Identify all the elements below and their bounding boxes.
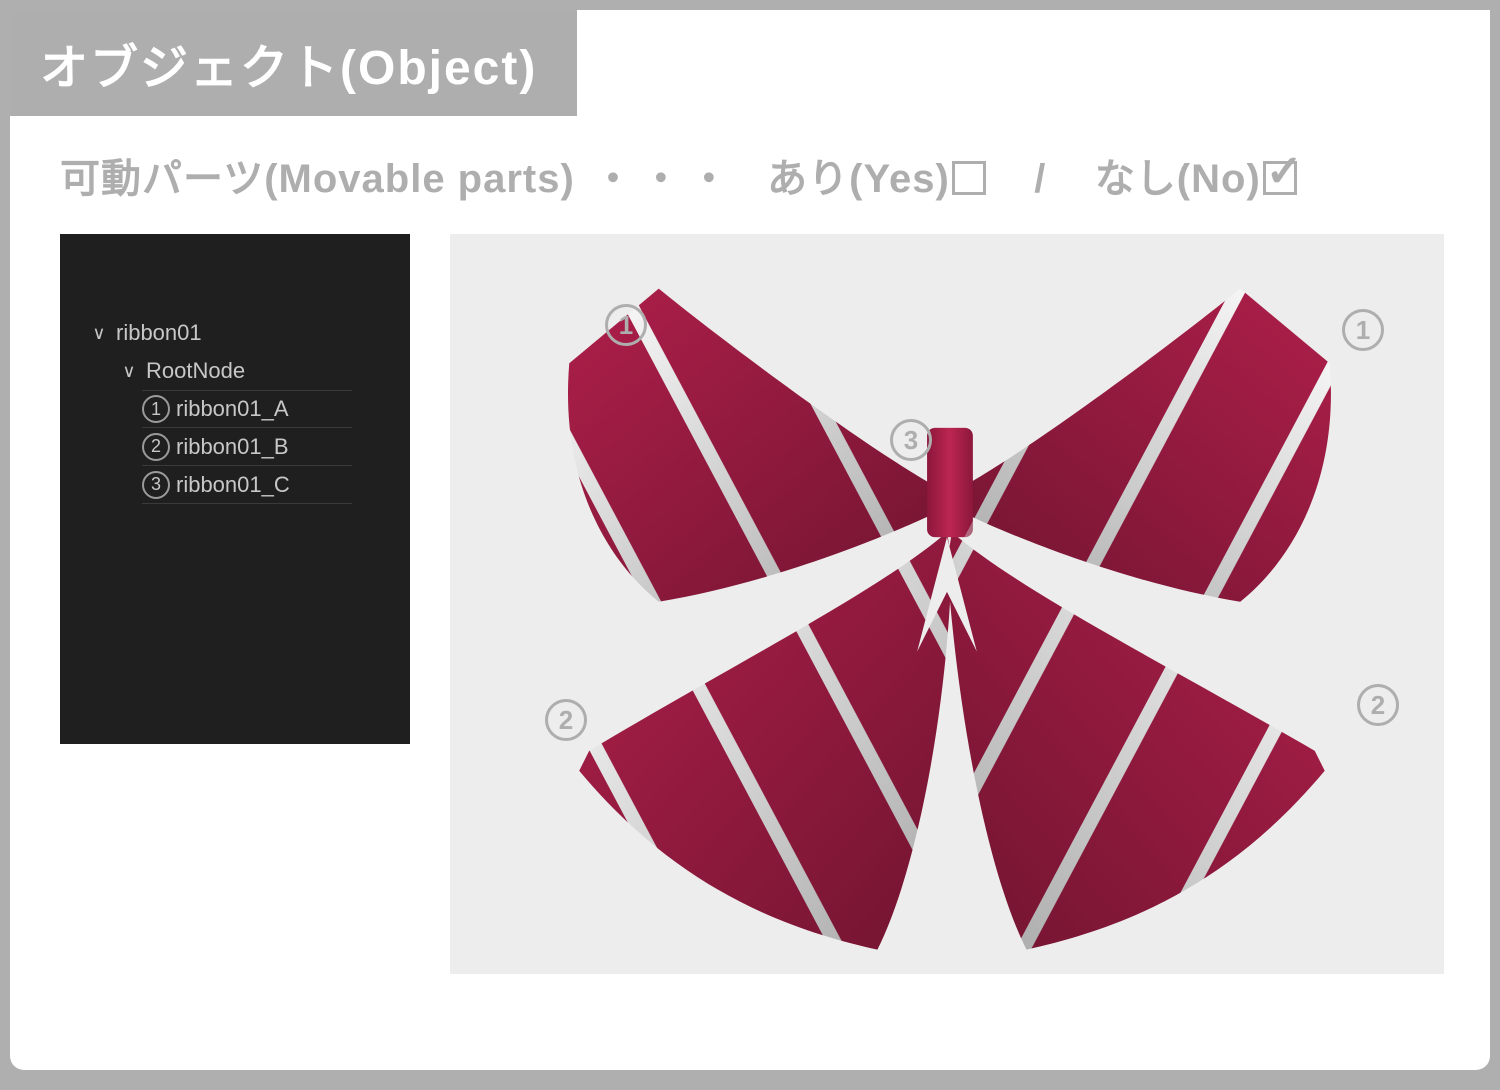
preview-panel: 1 1 3 2 2 [450,234,1444,974]
no-label: なし(No) [1095,157,1261,201]
tree-row-child[interactable]: 1 ribbon01_A [142,390,352,428]
marker-1: 1 [1342,309,1384,351]
tree-row-root[interactable]: ∨ ribbon01 [88,314,392,352]
ribbon-illustration [450,234,1444,970]
number-badge: 3 [142,471,170,499]
movable-parts-line: 可動パーツ(Movable parts) ・・・ あり(Yes) / なし(No… [10,116,1490,204]
marker-3: 3 [890,419,932,461]
tree-node-label: RootNode [146,358,245,384]
tree-child-label: ribbon01_C [176,472,290,498]
dots: ・・・ [593,157,737,201]
marker-text: 1 [1356,315,1370,346]
tree-row-child[interactable]: 2 ribbon01_B [142,428,352,466]
no-checkbox [1263,161,1297,195]
chevron-down-icon: ∨ [88,323,110,344]
tree-child-label: ribbon01_A [176,396,289,422]
marker-2: 2 [1357,684,1399,726]
marker-text: 1 [619,310,633,341]
separator: / [1034,157,1046,201]
tree-row-node[interactable]: ∨ RootNode [118,352,392,390]
hierarchy-panel: ∨ ribbon01 ∨ RootNode 1 ribbon01_A 2 rib… [60,234,410,744]
yes-checkbox [952,161,986,195]
yes-label: あり(Yes) [767,157,950,201]
marker-text: 2 [559,705,573,736]
marker-1: 1 [605,304,647,346]
tree-row-child[interactable]: 3 ribbon01_C [142,466,352,504]
number-badge: 2 [142,433,170,461]
marker-2: 2 [545,699,587,741]
movable-label: 可動パーツ(Movable parts) [60,157,575,201]
chevron-down-icon: ∨ [118,361,140,382]
tree-root-label: ribbon01 [116,320,202,346]
marker-text: 2 [1371,690,1385,721]
tree-child-label: ribbon01_B [176,434,289,460]
section-title-text: オブジェクト(Object) [40,42,537,95]
document-card: オブジェクト(Object) 可動パーツ(Movable parts) ・・・ … [10,10,1490,1070]
marker-text: 3 [904,425,918,456]
section-title: オブジェクト(Object) [10,10,577,116]
content-row: ∨ ribbon01 ∨ RootNode 1 ribbon01_A 2 rib… [10,204,1490,974]
number-badge: 1 [142,395,170,423]
